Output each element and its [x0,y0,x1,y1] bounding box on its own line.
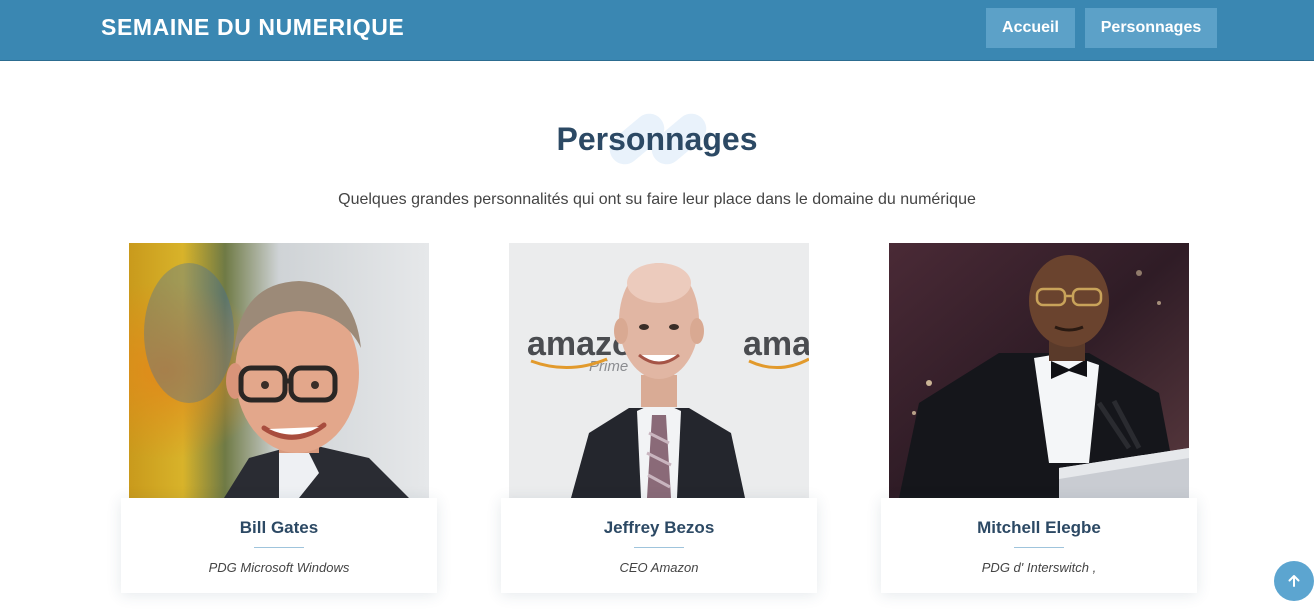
arrow-up-icon [1288,575,1300,587]
person-photo-bill-gates [129,243,429,498]
person-name: Jeffrey Bezos [603,518,715,537]
site-header: SEMAINE DU NUMERIQUE Accueil Personnages [0,0,1314,61]
person-info-jeffrey-bezos: Jeffrey Bezos CEO Amazon [501,498,817,593]
person-role: CEO Amazon [619,560,699,575]
person-photo-mitchell-elegbe [889,243,1189,498]
person-card-jeffrey-bezos: amazon Prime amazon Jeffre [501,243,817,593]
name-divider [634,547,684,548]
section-title: Personnages [556,121,758,157]
backdrop-logo-subtext: Prime [589,358,628,375]
person-photo-jeffrey-bezos: amazon Prime amazon [509,243,809,498]
name-divider [254,547,304,548]
nav-accueil-button[interactable]: Accueil [986,8,1075,48]
site-brand[interactable]: SEMAINE DU NUMERIQUE [101,14,404,41]
person-card-bill-gates: Bill Gates PDG Microsoft Windows [121,243,437,593]
person-info-mitchell-elegbe: Mitchell Elegbe PDG d' Interswitch , [881,498,1197,593]
backdrop-logo-text-right: amazon [743,325,809,363]
section-header: Personnages [0,100,1314,180]
person-name: Mitchell Elegbe [977,518,1101,537]
back-to-top-button[interactable] [1274,561,1314,601]
name-divider [1014,547,1064,548]
nav-personnages-button[interactable]: Personnages [1085,8,1217,48]
person-card-mitchell-elegbe: Mitchell Elegbe PDG d' Interswitch , [881,243,1197,593]
section-subtitle: Quelques grandes personnalités qui ont s… [338,191,976,208]
person-name: Bill Gates [239,518,319,537]
person-role: PDG Microsoft Windows [208,560,350,575]
person-role: PDG d' Interswitch , [981,560,1097,575]
person-info-bill-gates: Bill Gates PDG Microsoft Windows [121,498,437,593]
